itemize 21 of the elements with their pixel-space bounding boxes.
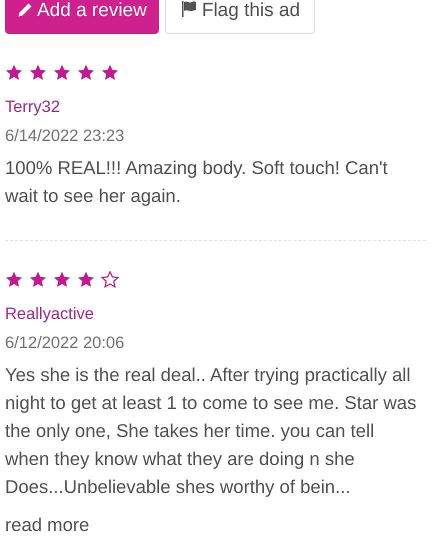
reviewer-name: Terry32 <box>5 98 60 116</box>
review-date: 6/12/2022 20:06 <box>5 334 124 352</box>
reviewer-name: Reallyactive <box>5 305 94 323</box>
add-review-button[interactable]: Add a review <box>5 0 159 34</box>
filled-star-icon <box>29 271 47 288</box>
flag-icon <box>180 0 198 18</box>
filled-star-icon <box>5 271 23 288</box>
empty-star-icon <box>101 271 119 288</box>
filled-star-icon <box>77 64 95 81</box>
filled-star-icon <box>29 64 47 81</box>
pencil-icon <box>17 2 33 18</box>
filled-star-icon <box>101 64 119 81</box>
filled-star-icon <box>53 271 71 288</box>
filled-star-icon <box>5 64 23 81</box>
review-text: Yes she is the real deal.. After trying practically all night to get at least 1 to come to see me. Star was the only one, She takes her time. you can tell when they know what they are doing n she Does...Unbelievable shes worthy of bein... <box>5 362 418 499</box>
filled-star-icon <box>77 271 95 288</box>
flag-ad-button[interactable]: Flag this ad <box>164 0 316 34</box>
review-text: 100% REAL!!! Amazing body. Soft touch! Can't wait to see her again. <box>5 156 389 208</box>
filled-star-icon <box>53 64 71 81</box>
review-date: 6/14/2022 23:23 <box>5 126 124 145</box>
read-more-link[interactable]: read more <box>5 510 90 538</box>
